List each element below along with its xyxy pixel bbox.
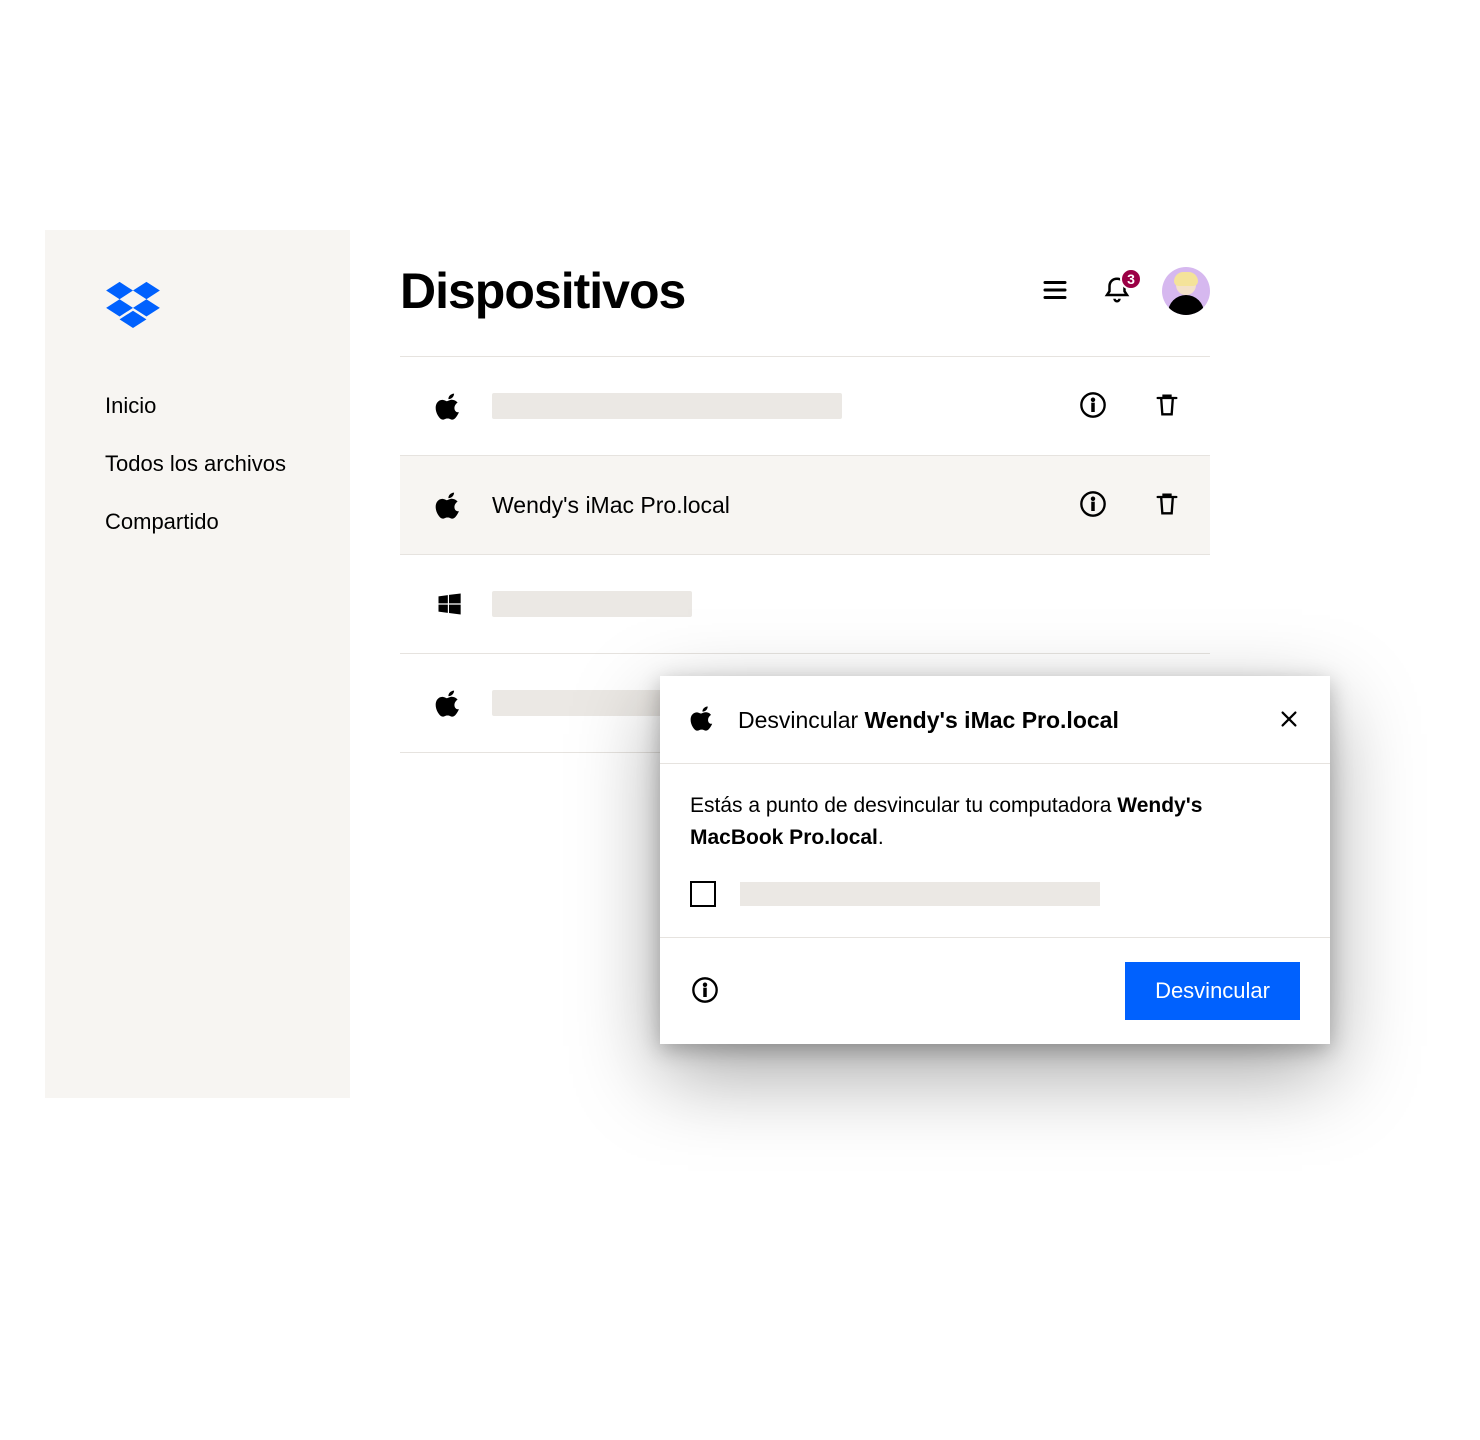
dialog-body-suffix: . — [878, 826, 884, 849]
notification-badge: 3 — [1120, 268, 1142, 290]
device-info-button[interactable] — [1078, 490, 1108, 520]
dialog-message: Estás a punto de desvincular tu computad… — [690, 790, 1300, 853]
device-row-actions — [1078, 391, 1182, 421]
device-name-placeholder — [492, 393, 842, 419]
menu-icon — [1040, 275, 1070, 308]
dialog-info-button[interactable] — [690, 976, 720, 1006]
device-name-placeholder — [492, 591, 692, 617]
dialog-close-button[interactable] — [1278, 708, 1300, 733]
device-info-button[interactable] — [1078, 391, 1108, 421]
dialog-title: Desvincular Wendy's iMac Pro.local — [738, 707, 1256, 734]
dialog-option-row — [690, 881, 1300, 907]
avatar[interactable] — [1162, 267, 1210, 315]
dialog-checkbox[interactable] — [690, 881, 716, 907]
sidebar-item-shared[interactable]: Compartido — [105, 509, 350, 535]
unlink-dialog: Desvincular Wendy's iMac Pro.local Estás… — [660, 676, 1330, 1044]
dropbox-icon — [105, 315, 161, 332]
notifications-button[interactable]: 3 — [1100, 274, 1134, 308]
sidebar-item-home[interactable]: Inicio — [105, 393, 350, 419]
device-delete-button[interactable] — [1152, 391, 1182, 421]
info-icon — [691, 976, 719, 1007]
apple-icon — [434, 490, 464, 520]
dialog-title-device: Wendy's iMac Pro.local — [865, 707, 1119, 733]
device-row[interactable] — [400, 555, 1210, 654]
apple-icon — [690, 704, 716, 737]
device-name: Wendy's iMac Pro.local — [492, 492, 1050, 519]
page-header: Dispositivos 3 — [400, 262, 1210, 357]
brand-logo[interactable] — [45, 280, 350, 393]
device-delete-button[interactable] — [1152, 490, 1182, 520]
sidebar-item-all-files[interactable]: Todos los archivos — [105, 451, 350, 477]
dialog-body-prefix: Estás a punto de desvincular tu computad… — [690, 794, 1117, 817]
unlink-confirm-button[interactable]: Desvincular — [1125, 962, 1300, 1020]
windows-icon — [434, 589, 464, 619]
page-title: Dispositivos — [400, 262, 685, 320]
device-name — [492, 591, 1182, 617]
sidebar-nav: Inicio Todos los archivos Compartido — [45, 393, 350, 535]
device-row[interactable] — [400, 357, 1210, 456]
dialog-body: Estás a punto de desvincular tu computad… — [660, 764, 1330, 938]
device-row[interactable]: Wendy's iMac Pro.local — [400, 456, 1210, 555]
info-icon — [1079, 490, 1107, 521]
close-icon — [1278, 718, 1300, 733]
device-name — [492, 393, 1050, 419]
device-row-actions — [1078, 490, 1182, 520]
dialog-footer: Desvincular — [660, 938, 1330, 1044]
dialog-option-placeholder — [740, 882, 1100, 906]
sidebar: Inicio Todos los archivos Compartido — [45, 230, 350, 1098]
apple-icon — [434, 391, 464, 421]
trash-icon — [1153, 490, 1181, 521]
trash-icon — [1153, 391, 1181, 422]
info-icon — [1079, 391, 1107, 422]
apple-icon — [434, 688, 464, 718]
menu-button[interactable] — [1038, 274, 1072, 308]
header-actions: 3 — [1038, 267, 1210, 315]
dialog-title-prefix: Desvincular — [738, 707, 865, 733]
dialog-header: Desvincular Wendy's iMac Pro.local — [660, 676, 1330, 764]
